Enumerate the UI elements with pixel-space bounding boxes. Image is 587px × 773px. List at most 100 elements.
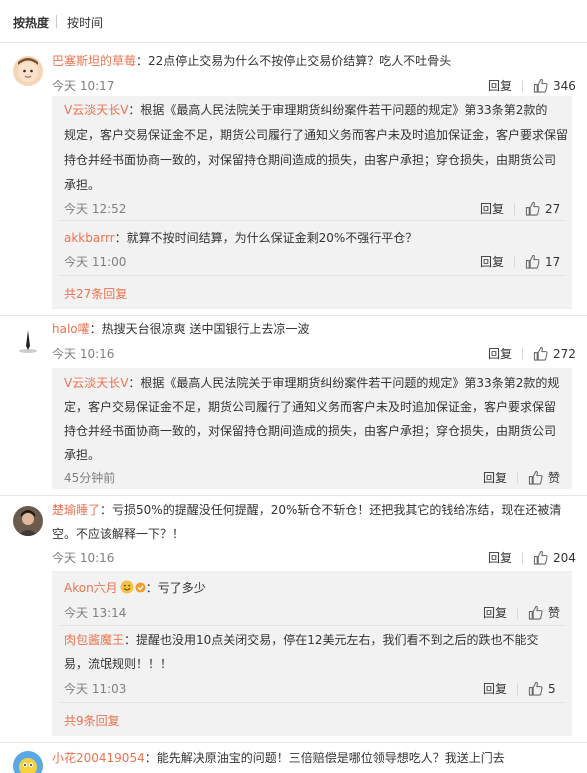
reply-button[interactable]: 回复 [488, 77, 512, 94]
comment-text: 巴塞斯坦的草莓：22点停止交易为什么不按停止交易价结算？吃人不吐骨头 [52, 50, 451, 73]
comment-time: 今天 10:16 [52, 347, 115, 361]
thumbs-up-icon [533, 78, 548, 93]
like-button[interactable]: 272 [533, 346, 576, 361]
like-count: 346 [553, 78, 576, 93]
comment-divider [0, 495, 587, 496]
reply-actions: 回复 赞 [483, 469, 560, 486]
sort-tabs: 按热度 按时间 [0, 0, 587, 43]
action-divider [522, 551, 524, 564]
reply-body-line: 承担。 [64, 178, 101, 192]
like-button[interactable]: 346 [533, 78, 576, 93]
reply-text: V云淡天长V：根据《最高人民法院关于审理期货纠纷案件若干问题的规定》第33条第2… [64, 99, 547, 122]
reply-button[interactable]: 回复 [480, 253, 504, 270]
avatar[interactable] [13, 506, 43, 536]
tab-time[interactable]: 按时间 [67, 14, 103, 31]
comment-text: 楚瑜睡了：亏损50%的提醒没任何提醒，20%斩仓不斩仓！还把我其它的钱给冻结，现… [52, 499, 561, 522]
like-count: 5 [548, 681, 556, 696]
avatar-portrait-image [13, 506, 43, 536]
action-divider [517, 606, 519, 619]
like-count: 204 [553, 550, 576, 565]
reply-username[interactable]: akkbarrr [64, 231, 115, 245]
comment-body: ：22点停止交易为什么不按停止交易价结算？吃人不吐骨头 [136, 54, 452, 68]
reply-button[interactable]: 回复 [480, 200, 504, 217]
comment-actions: 回复 272 [488, 345, 576, 362]
like-button[interactable]: 204 [533, 550, 576, 565]
smile-emoji-icon [118, 577, 146, 600]
like-count: 17 [545, 254, 561, 269]
comment-username[interactable]: 巴塞斯坦的草莓 [52, 54, 136, 68]
thumbs-up-icon [528, 470, 543, 485]
reply-divider [60, 275, 565, 276]
avatar[interactable] [13, 751, 43, 773]
reply-button[interactable]: 回复 [488, 549, 512, 566]
reply-body: ：亏了多少 [145, 581, 206, 595]
tab-divider [56, 15, 57, 28]
avatar-logo-image [13, 326, 43, 356]
comment-username[interactable]: 小花200419054 [52, 751, 145, 765]
reply-body-line: 承担。 [64, 448, 101, 462]
reply-body-line: ：根据《最高人民法院关于审理期货纠纷案件若干问题的规定》第33条第2款的 [128, 103, 548, 117]
like-button[interactable]: 27 [525, 201, 560, 216]
comment-divider [0, 315, 587, 316]
action-divider [514, 202, 516, 215]
like-count: 272 [553, 346, 576, 361]
reply-button[interactable]: 回复 [488, 345, 512, 362]
reply-button[interactable]: 回复 [483, 469, 507, 486]
thumbs-up-icon [525, 254, 540, 269]
reply-username[interactable]: V云淡天长V [64, 376, 128, 390]
more-replies-link[interactable]: 共27条回复 [64, 285, 127, 302]
action-divider [517, 471, 519, 484]
comment-body: ：热搜天台很凉爽 送中国银行上去凉一波 [89, 322, 310, 336]
reply-divider [60, 702, 565, 703]
reply-text: 肉包酱魔王：提醒也没用10点关闭交易，停在12美元左右，我们看不到之后的跌也不能… [64, 629, 539, 652]
avatar-cartoon-image [13, 751, 43, 773]
reply-body-line: 易，流氓规则！！！ [64, 657, 173, 671]
badge-icon [135, 582, 146, 593]
reply-actions: 回复 赞 [483, 604, 560, 621]
reply-text: V云淡天长V：根据《最高人民法院关于审理期货纠纷案件若干问题的规定》第33条第2… [64, 372, 559, 395]
tab-hot[interactable]: 按热度 [13, 14, 49, 31]
more-replies-link[interactable]: 共9条回复 [64, 712, 120, 729]
thumbs-up-icon [528, 605, 543, 620]
reply-body-line: 规定，客户交易保证金不足，期货公司履行了通知义务而客户未及时追加保证金，客户要求… [64, 128, 569, 142]
reply-actions: 回复 27 [480, 200, 560, 217]
comment-actions: 回复 204 [488, 549, 576, 566]
avatar[interactable] [13, 56, 43, 86]
reply-actions: 回复 17 [480, 253, 560, 270]
reply-username[interactable]: V云淡天长V [64, 103, 128, 117]
thumbs-up-icon [533, 346, 548, 361]
reply-username[interactable]: Akon六月 [64, 581, 118, 595]
comment-username[interactable]: 楚瑜睡了 [52, 503, 100, 517]
reply-button[interactable]: 回复 [483, 680, 507, 697]
avatar[interactable] [13, 326, 43, 356]
reply-time: 今天 13:14 [64, 606, 127, 620]
comment-actions: 回复 346 [488, 77, 576, 94]
comment-time: 今天 10:17 [52, 79, 115, 93]
reply-username[interactable]: 肉包酱魔王 [64, 633, 124, 647]
like-count: 27 [545, 201, 561, 216]
comment-text: halo嚾：热搜天台很凉爽 送中国银行上去凉一波 [52, 318, 309, 341]
action-divider [522, 79, 524, 92]
like-button[interactable]: 赞 [528, 604, 560, 621]
like-label: 赞 [548, 606, 561, 620]
reply-button[interactable]: 回复 [483, 604, 507, 621]
reply-actions: 回复 5 [483, 680, 556, 697]
reply-body: ：就算不按时间结算，为什么保证金剩20%不强行平仓？ [114, 231, 418, 245]
reply-divider [60, 220, 565, 221]
comment-time: 今天 10:16 [52, 551, 115, 565]
like-button[interactable]: 17 [525, 254, 560, 269]
thumbs-up-icon [533, 550, 548, 565]
thumbs-up-icon [528, 681, 543, 696]
reply-time: 今天 12:52 [64, 202, 127, 216]
comment-body: ：能先解决原油宝的问题！三倍赔偿是哪位领导想吃人？我送上门去 [144, 751, 505, 765]
avatar-baby-image [13, 56, 43, 86]
reply-body-line: 持仓并经书面协商一致的，对保留持仓期间造成的损失，由客户承担；穿仓损失，由期货公… [64, 424, 557, 438]
like-button[interactable]: 5 [528, 681, 556, 696]
reply-text: akkbarrr：就算不按时间结算，为什么保证金剩20%不强行平仓？ [64, 227, 417, 250]
like-label: 赞 [548, 471, 561, 485]
comment-username[interactable]: halo嚾 [52, 322, 90, 336]
like-button[interactable]: 赞 [528, 469, 560, 486]
reply-body-line: 持仓并经书面协商一致的，对保留持仓期间造成的损失，由客户承担；穿仓损失，由期货公… [64, 153, 557, 167]
reply-body-line: 定，客户交易保证金不足，期货公司履行了通知义务而客户未及时追加保证金，客户要求保… [64, 400, 557, 414]
reply-text: Akon六月 ：亏了多少 [64, 577, 206, 600]
